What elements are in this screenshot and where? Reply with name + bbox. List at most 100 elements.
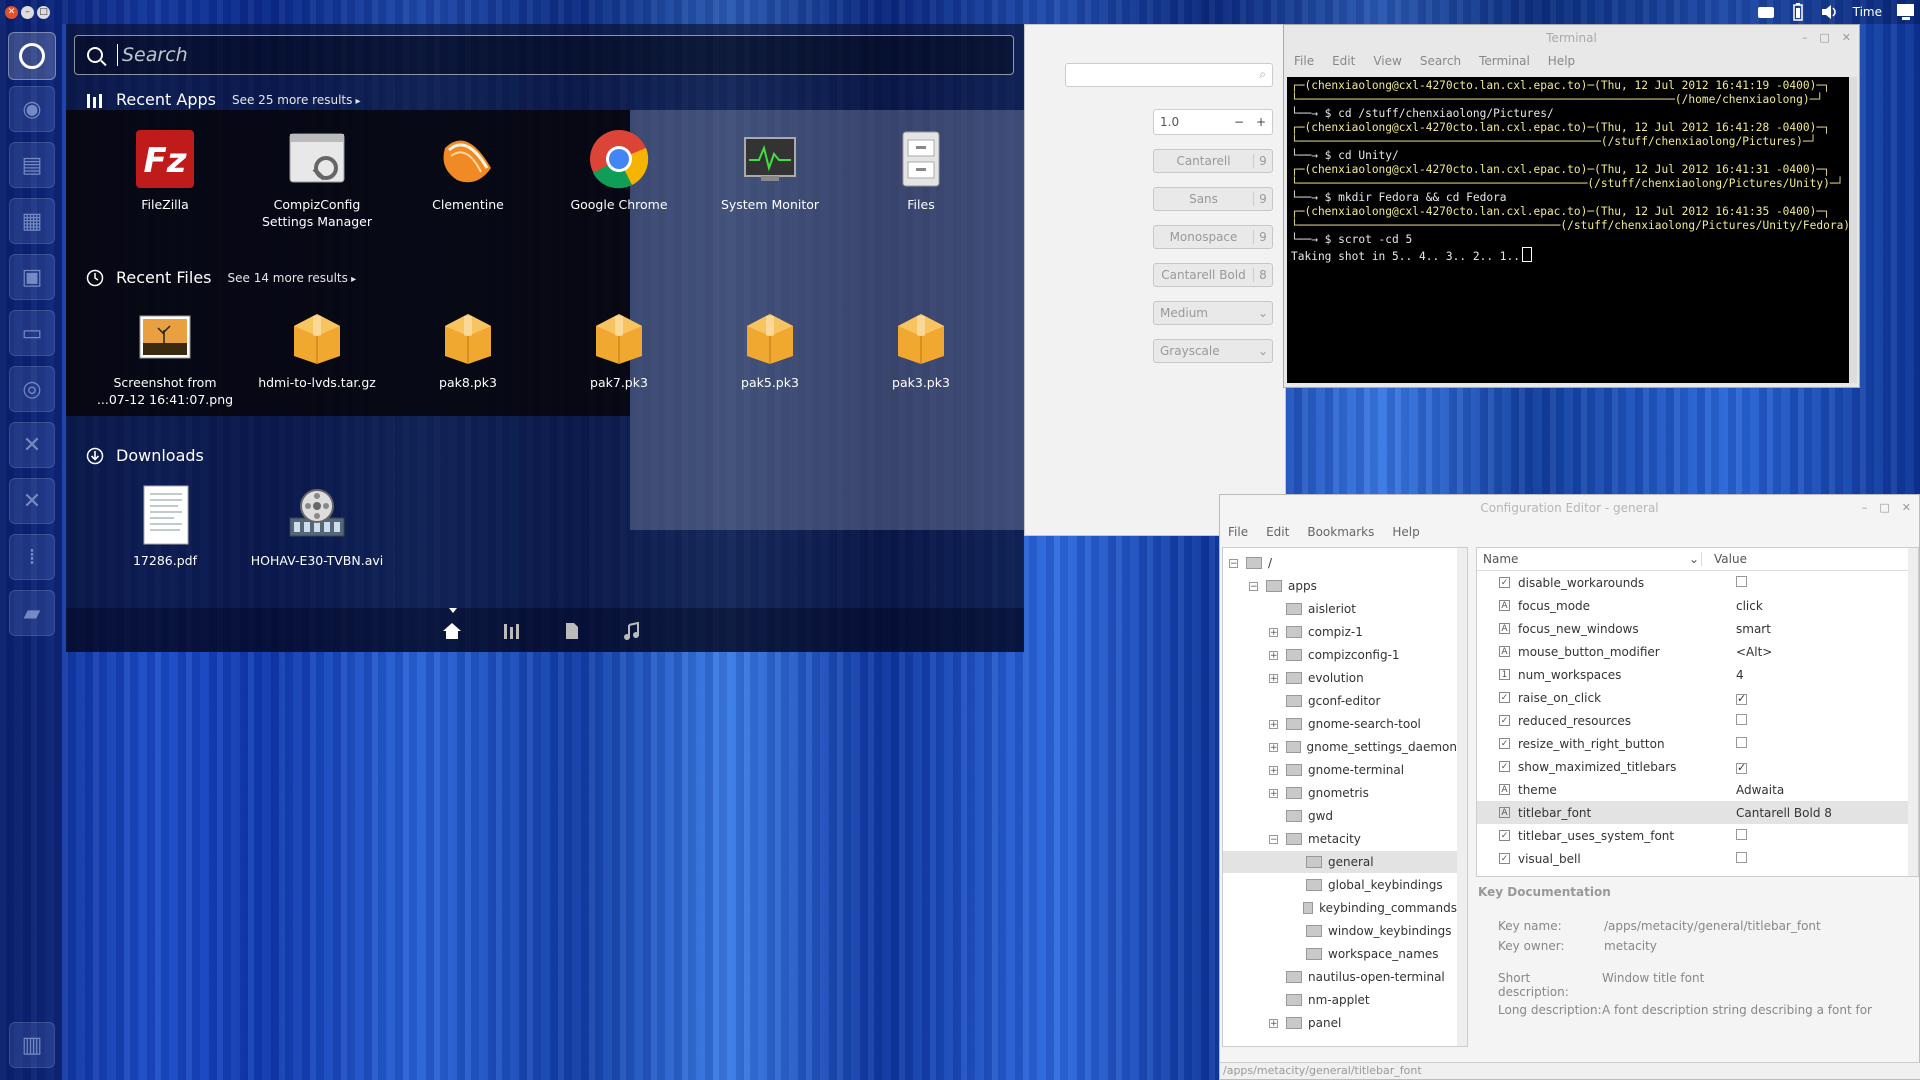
collapse-icon[interactable]: − (1229, 558, 1238, 568)
menu-bookmarks[interactable]: Bookmarks (1307, 525, 1374, 539)
key-row[interactable]: ✓ titlebar_uses_system_font (1477, 824, 1908, 847)
tree-node[interactable]: general (1223, 851, 1457, 873)
key-row[interactable]: ✓ reduced_resources (1477, 709, 1908, 732)
terminal-scrollbar[interactable] (1849, 77, 1857, 383)
key-row[interactable]: ✓ raise_on_click ✓ (1477, 686, 1908, 709)
tree-node[interactable]: + panel (1223, 1012, 1457, 1034)
file-tile-pak5[interactable]: pak5.pk3 (695, 306, 845, 391)
key-value-checkbox[interactable] (1736, 575, 1747, 587)
key-row[interactable]: Atitlebar_font Cantarell Bold 8 (1477, 801, 1908, 824)
launcher-item-files[interactable]: ▰ (9, 590, 55, 636)
column-value[interactable]: Value (1701, 552, 1747, 566)
expand-icon[interactable]: + (1269, 765, 1278, 775)
key-value-checkbox[interactable]: ✓ (1736, 762, 1747, 774)
volume-icon[interactable] (1821, 5, 1839, 19)
launcher-item-settings[interactable]: ✕ (9, 422, 55, 468)
menu-file[interactable]: File (1294, 54, 1314, 68)
battery-icon[interactable] (1789, 3, 1807, 21)
tree-node[interactable]: window_keybindings (1223, 920, 1457, 942)
tree-node[interactable]: aisleriot (1223, 598, 1457, 620)
dash-home-button[interactable] (8, 32, 56, 80)
session-icon[interactable] (1896, 4, 1914, 20)
menu-edit[interactable]: Edit (1332, 54, 1355, 68)
tree-node[interactable]: − metacity (1223, 828, 1457, 850)
launcher-item-calc[interactable]: ▦ (9, 198, 55, 244)
app-tile-clementine[interactable]: Clementine (393, 128, 543, 213)
key-row[interactable]: Avisual_bell_typeframe_flash (1477, 870, 1908, 877)
minimize-icon[interactable]: – (1862, 495, 1868, 521)
search-input[interactable] (120, 43, 1004, 67)
music-lens-icon[interactable] (620, 620, 644, 642)
key-row[interactable]: Afocus_new_windows smart (1477, 617, 1908, 640)
key-value[interactable]: Adwaita (1736, 783, 1908, 797)
close-icon[interactable]: ✕ (1842, 25, 1851, 51)
file-tile-pak8[interactable]: pak8.pk3 (393, 306, 543, 391)
download-tile-avi[interactable]: HOHAV-E30-TVBN.avi (242, 484, 392, 569)
terminal-output[interactable]: ┌─(chenxiaolong@cxl-4270cto.lan.cxl.epac… (1287, 77, 1849, 383)
menu-terminal[interactable]: Terminal (1479, 54, 1530, 68)
launcher-item-monitor[interactable]: ▭ (9, 310, 55, 356)
see-more-apps-link[interactable]: See 25 more results (232, 93, 361, 107)
key-row[interactable]: ✓ disable_workarounds (1477, 571, 1908, 594)
tree-node[interactable]: + compizconfig-1 (1223, 644, 1457, 666)
zoom-spin[interactable]: 1.0 − + (1153, 109, 1273, 135)
font-button-window[interactable]: Cantarell 9 (1153, 149, 1273, 173)
column-name[interactable]: Name (1477, 552, 1689, 566)
tree-node[interactable]: nm-applet (1223, 989, 1457, 1011)
key-row[interactable]: Amouse_button_modifier <Alt> (1477, 640, 1908, 663)
see-more-files-link[interactable]: See 14 more results (228, 271, 357, 285)
file-tile-hdmi-to-lvds[interactable]: hdmi-to-lvds.tar.gz (242, 306, 392, 391)
key-row[interactable]: ✓ show_maximized_titlebars ✓ (1477, 755, 1908, 778)
launcher-item-trash[interactable]: ▥ (9, 1022, 55, 1068)
key-value-checkbox[interactable] (1736, 713, 1747, 725)
tree-node[interactable]: − apps (1223, 575, 1457, 597)
collapse-icon[interactable]: − (1249, 581, 1258, 591)
tree-node[interactable]: + gnometris (1223, 782, 1457, 804)
minimize-icon[interactable]: – (21, 5, 34, 19)
expand-icon[interactable]: + (1269, 650, 1278, 660)
collapse-icon[interactable]: − (1269, 834, 1278, 844)
menu-search[interactable]: Search (1420, 54, 1461, 68)
launcher-item-writer[interactable]: ▤ (9, 142, 55, 188)
menu-help[interactable]: Help (1548, 54, 1575, 68)
app-tile-system-monitor[interactable]: System Monitor (695, 128, 845, 213)
app-tile-filezilla[interactable]: Fz FileZilla (90, 128, 240, 213)
expand-icon[interactable]: + (1269, 719, 1278, 729)
tree-node[interactable]: + compiz-1 (1223, 621, 1457, 643)
tree-node[interactable]: keybinding_commands (1223, 897, 1457, 919)
keys-scrollbar[interactable] (1908, 548, 1918, 876)
maximize-icon[interactable]: □ (37, 5, 50, 19)
antialiasing-select[interactable]: Grayscale ⌄ (1153, 339, 1273, 363)
key-value[interactable]: Cantarell Bold 8 (1736, 806, 1908, 820)
prefs-search-input[interactable]: ⌕ (1065, 63, 1273, 87)
tree-node[interactable]: + gnome-search-tool (1223, 713, 1457, 735)
apps-lens-icon[interactable] (500, 620, 524, 642)
file-tile-screenshot[interactable]: Screenshot from ...07-12 16:41:07.png (90, 306, 240, 408)
keys-list[interactable]: Name ⌄ Value ✓ disable_workarounds Afocus_… (1476, 547, 1919, 877)
launcher-item-tools[interactable]: ✕ (9, 478, 55, 524)
key-row[interactable]: Afocus_mode click (1477, 594, 1908, 617)
tree-node[interactable]: + gnome-terminal (1223, 759, 1457, 781)
key-value[interactable]: frame_flash (1736, 875, 1908, 877)
menu-view[interactable]: View (1373, 54, 1401, 68)
app-tile-compizconfig[interactable]: CompizConfig Settings Manager (242, 128, 392, 230)
key-value-checkbox[interactable] (1736, 851, 1747, 863)
tree-scrollbar[interactable] (1457, 548, 1467, 1046)
tree-node[interactable]: workspace_names (1223, 943, 1457, 965)
tree-node[interactable]: − / (1223, 552, 1457, 574)
file-tile-pak7[interactable]: pak7.pk3 (544, 306, 694, 391)
key-row[interactable]: ✓ visual_bell (1477, 847, 1908, 870)
key-value[interactable]: <Alt> (1736, 645, 1908, 659)
key-value[interactable]: 4 (1736, 668, 1908, 682)
plus-icon[interactable]: + (1250, 115, 1272, 129)
expand-icon[interactable]: + (1269, 788, 1278, 798)
maximize-icon[interactable]: □ (1819, 25, 1829, 51)
clock[interactable]: Time (1853, 5, 1882, 19)
menu-edit[interactable]: Edit (1266, 525, 1289, 539)
tree-node[interactable]: global_keybindings (1223, 874, 1457, 896)
key-value-checkbox[interactable]: ✓ (1736, 693, 1747, 705)
key-row[interactable]: Atheme Adwaita (1477, 778, 1908, 801)
tree-node[interactable]: + gnome_settings_daemon (1223, 736, 1457, 758)
minus-icon[interactable]: − (1228, 115, 1250, 129)
key-value[interactable]: smart (1736, 622, 1908, 636)
